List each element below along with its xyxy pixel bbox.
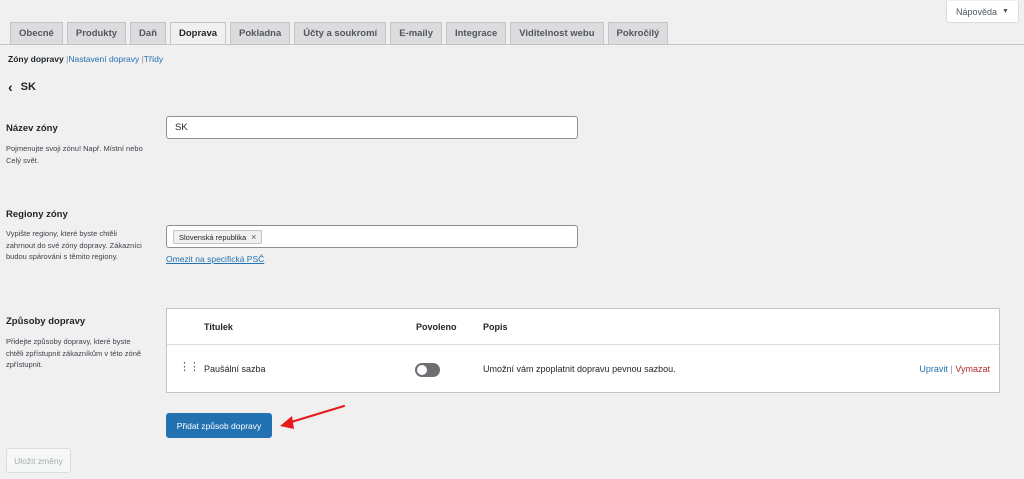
zone-name-field-wrapper [166,116,578,139]
settings-tabs: Obecné Produkty Daň Doprava Pokladna Účt… [10,22,669,44]
zone-name-input[interactable] [167,117,577,138]
shipping-methods-label: Způsoby dopravy [6,316,86,327]
zone-name-label: Název zóny [6,123,58,134]
caret-down-icon: ▼ [1002,8,1009,15]
tab-advanced[interactable]: Pokročilý [607,22,669,44]
limit-postcodes-link[interactable]: Omezit na specifická PSČ [166,254,264,264]
help-label: Nápověda [956,6,998,17]
zone-regions-description: Vypište regiony, které byste chtěli zahr… [6,229,142,261]
tab-tax[interactable]: Daň [130,22,166,44]
actions-separator: | [950,364,953,374]
col-enabled: Povoleno [416,322,457,332]
method-enabled-toggle[interactable] [415,363,440,377]
tab-shipping[interactable]: Doprava [170,22,227,44]
toggle-knob [417,365,427,375]
save-changes-button[interactable]: Uložit změny [6,448,71,473]
edit-method-link[interactable]: Upravit [919,364,948,374]
tab-checkout[interactable]: Pokladna [230,22,291,44]
help-button[interactable]: Nápověda ▼ [946,1,1019,23]
shipping-methods-table: Titulek Povoleno Popis ⋮⋮ Paušální sazba… [166,308,1000,393]
tab-emails[interactable]: E-maily [390,22,442,44]
delete-method-link[interactable]: Vymazat [955,364,990,374]
subnav-shipping-settings[interactable]: Nastavení dopravy [68,54,139,64]
shipping-subnav: Zóny dopravy |Nastavení dopravy |Třídy [8,54,163,64]
zone-title: SK [20,81,36,93]
subnav-shipping-zones[interactable]: Zóny dopravy [8,54,64,64]
tabs-divider [0,44,1024,45]
tab-general[interactable]: Obecné [10,22,63,44]
col-title: Titulek [204,322,233,332]
zone-regions-input[interactable]: Slovenská republika × [166,225,578,248]
col-description: Popis [483,322,508,332]
shipping-methods-description: Přidejte způsoby dopravy, které byste ch… [6,337,142,369]
annotation-arrow-icon [280,404,346,429]
tab-integration[interactable]: Integrace [445,22,507,44]
tab-products[interactable]: Produkty [66,22,127,44]
method-title: Paušální sazba [204,364,266,374]
zone-heading: ‹ SK [8,80,36,94]
region-chip: Slovenská republika × [173,230,263,244]
add-shipping-method-button[interactable]: Přidat způsob dopravy [166,413,272,438]
drag-handle-icon[interactable]: ⋮⋮ [179,362,200,373]
method-description: Umožní vám zpoplatnit dopravu pevnou saz… [483,364,676,374]
back-chevron-icon[interactable]: ‹ [8,80,13,94]
row-actions: Upravit | Vymazat [919,364,990,374]
tab-accounts-privacy[interactable]: Účty a soukromí [294,22,387,44]
region-chip-label: Slovenská republika [179,232,247,242]
zone-regions-label: Regiony zóny [6,209,68,220]
tab-site-visibility[interactable]: Viditelnost webu [510,22,604,44]
subnav-classes[interactable]: Třídy [144,54,163,64]
table-header: Titulek Povoleno Popis [167,309,999,345]
zone-name-description: Pojmenujte svoji zónu! Např. Místní nebo… [6,144,143,165]
chip-remove-icon[interactable]: × [251,232,256,242]
